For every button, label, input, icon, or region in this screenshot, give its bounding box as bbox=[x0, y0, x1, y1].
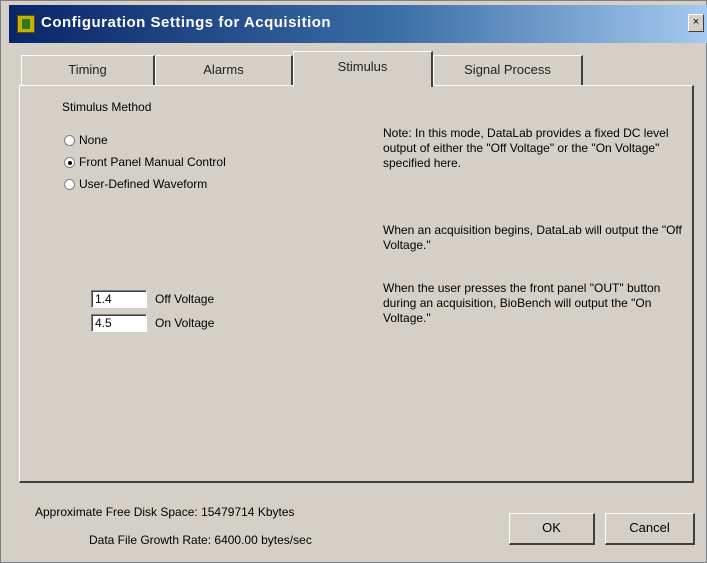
free-disk-space-row: Approximate Free Disk Space: 15479714 Kb… bbox=[35, 505, 295, 519]
tab-alarms[interactable]: Alarms bbox=[155, 55, 293, 85]
radio-user-defined-label: User-Defined Waveform bbox=[79, 177, 208, 191]
tab-signal-process[interactable]: Signal Process bbox=[433, 55, 583, 85]
radio-front-panel-label: Front Panel Manual Control bbox=[79, 155, 226, 169]
on-voltage-input[interactable] bbox=[91, 314, 147, 332]
note-paragraph-3: When the user presses the front panel "O… bbox=[383, 281, 683, 326]
tab-timing[interactable]: Timing bbox=[21, 55, 155, 85]
tab-stimulus[interactable]: Stimulus bbox=[293, 51, 433, 87]
growth-rate-unit: bytes/sec bbox=[261, 533, 312, 547]
radio-none[interactable]: None bbox=[64, 132, 108, 148]
radio-none-button[interactable] bbox=[64, 134, 75, 146]
on-voltage-label: On Voltage bbox=[155, 316, 215, 330]
title-bar[interactable]: Configuration Settings for Acquisition × bbox=[9, 5, 707, 43]
off-voltage-label: Off Voltage bbox=[155, 292, 215, 306]
growth-rate-value: 6400.00 bbox=[214, 533, 258, 547]
radio-front-panel-button[interactable] bbox=[64, 156, 75, 168]
note-paragraph-2: When an acquisition begins, DataLab will… bbox=[383, 223, 683, 253]
note-text-1: Note: In this mode, DataLab provides a f… bbox=[383, 126, 669, 170]
radio-user-defined[interactable]: User-Defined Waveform bbox=[64, 176, 207, 192]
radio-front-panel[interactable]: Front Panel Manual Control bbox=[64, 154, 226, 170]
on-voltage-row: On Voltage bbox=[91, 313, 214, 333]
window-title: Configuration Settings for Acquisition bbox=[41, 14, 332, 31]
stimulus-method-label: Stimulus Method bbox=[62, 100, 152, 114]
dialog-window: Configuration Settings for Acquisition ×… bbox=[0, 0, 707, 563]
app-icon bbox=[17, 15, 35, 33]
free-disk-label: Approximate Free Disk Space: bbox=[35, 505, 198, 519]
cancel-button[interactable]: Cancel bbox=[605, 513, 695, 545]
free-disk-unit: Kbytes bbox=[257, 505, 295, 519]
radio-user-defined-button[interactable] bbox=[64, 178, 75, 190]
radio-none-label: None bbox=[79, 133, 108, 147]
off-voltage-input[interactable] bbox=[91, 290, 147, 308]
growth-rate-row: Data File Growth Rate: 6400.00 bytes/sec bbox=[89, 533, 312, 547]
note-paragraph-1: Note: In this mode, DataLab provides a f… bbox=[383, 126, 683, 171]
ok-button[interactable]: OK bbox=[509, 513, 595, 545]
note-text-3: When the user presses the front panel "O… bbox=[383, 281, 661, 325]
free-disk-value: 15479714 bbox=[201, 505, 255, 519]
off-voltage-row: Off Voltage bbox=[91, 289, 214, 309]
note-text-2: When an acquisition begins, DataLab will… bbox=[383, 223, 682, 252]
growth-rate-label: Data File Growth Rate: bbox=[89, 533, 212, 547]
close-icon[interactable]: × bbox=[688, 14, 704, 32]
